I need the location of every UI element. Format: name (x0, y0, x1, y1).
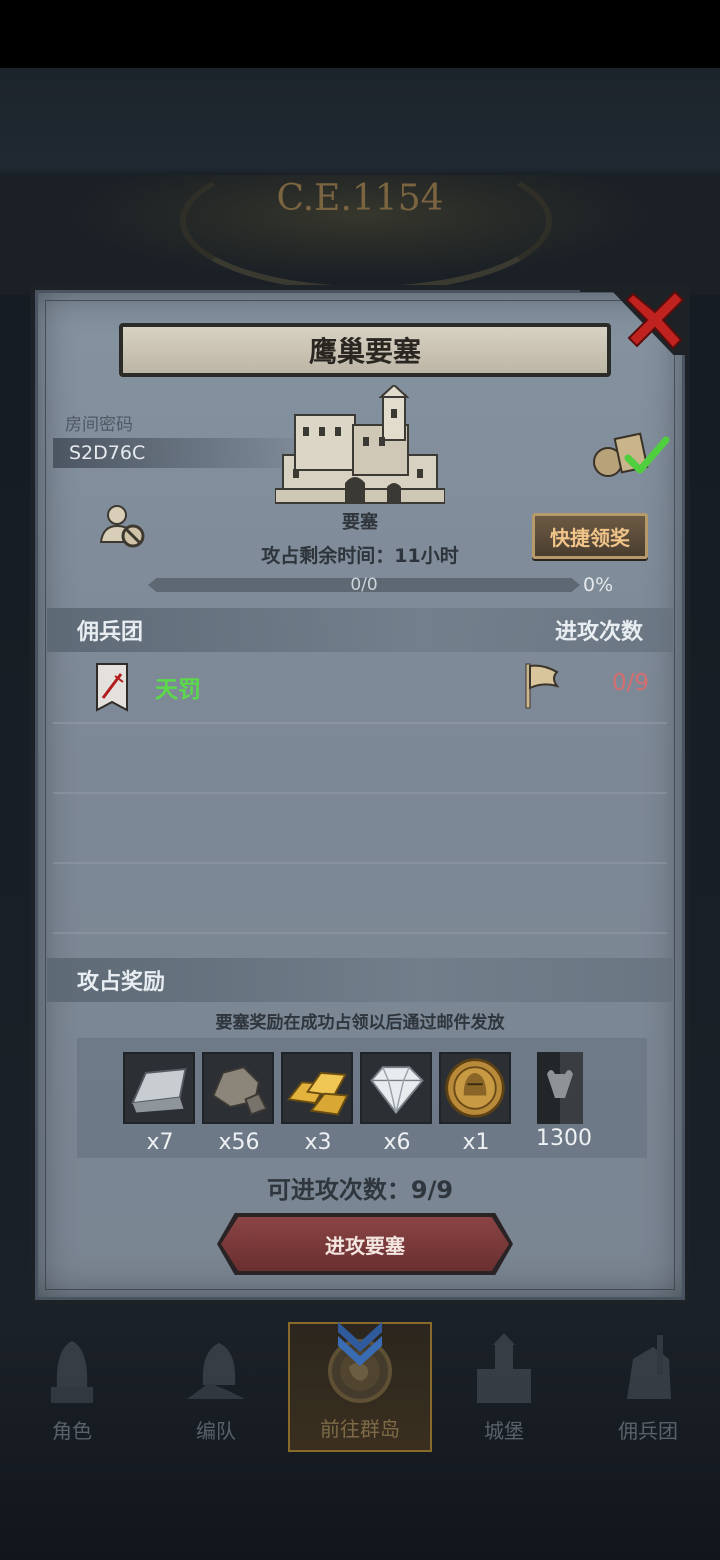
loot-claimed-icon[interactable] (590, 430, 670, 480)
empty-row (53, 862, 667, 934)
reward-qty: 1300 (536, 1126, 592, 1151)
gold-bars-icon (281, 1052, 353, 1124)
reward-item[interactable]: x6 (360, 1052, 434, 1155)
empty-row (53, 722, 667, 794)
mercenary-name: 天罚 (155, 677, 201, 703)
quick-claim-button[interactable]: 快捷领奖 (532, 513, 648, 559)
mercenary-row[interactable]: 天罚 0/9 (53, 652, 667, 724)
reward-item[interactable]: x3 (281, 1052, 355, 1155)
reward-section-header: 攻占奖励 (47, 958, 673, 1002)
close-icon[interactable] (625, 288, 687, 350)
mercenary-header: 佣兵团 (77, 620, 144, 645)
capture-progress-percent: 0% (583, 574, 614, 596)
reward-item[interactable]: x1 (439, 1052, 513, 1155)
reward-item[interactable]: x7 (123, 1052, 197, 1155)
room-code-label: 房间密码 (65, 415, 133, 435)
knight-helmet-icon (51, 1341, 93, 1403)
reward-qty: x3 (304, 1130, 332, 1155)
flag-icon (525, 663, 559, 709)
formation-icon (187, 1343, 245, 1399)
nav-item-castle[interactable]: 城堡 (432, 1322, 576, 1452)
knight-medal-icon (439, 1052, 511, 1124)
reward-qty: x7 (146, 1130, 174, 1155)
reward-qty: x6 (383, 1130, 411, 1155)
mercenary-icon (627, 1335, 671, 1399)
available-attacks-label: 可进攻次数： (266, 1176, 411, 1204)
remaining-time-value: 11小时 (394, 545, 459, 567)
nav-label: 城堡 (484, 1419, 524, 1443)
era-dial (180, 150, 552, 292)
mercenary-section-header: 佣兵团 进攻次数 (47, 608, 673, 652)
stone-ore-icon (202, 1052, 274, 1124)
remaining-time-label: 攻占剩余时间： (261, 545, 395, 567)
reward-list: x7 x56 x3 x6 x1 1300 (77, 1038, 647, 1158)
reward-note: 要塞奖励在成功占领以后通过邮件发放 (215, 1013, 505, 1033)
nav-label: 编队 (196, 1419, 236, 1443)
reward-qty: x1 (462, 1130, 490, 1155)
modal-title: 鹰巢要塞 (119, 323, 611, 377)
no-user-icon (99, 505, 145, 548)
empty-row (53, 792, 667, 864)
reward-header: 攻占奖励 (77, 970, 166, 995)
nav-label: 角色 (52, 1419, 92, 1443)
reward-item[interactable]: 1300 (521, 1052, 607, 1151)
nav-item-character[interactable]: 角色 (0, 1322, 144, 1452)
silver-ingot-icon (123, 1052, 195, 1124)
available-attacks: 可进攻次数：9/9 (35, 1170, 685, 1205)
mercenary-attacks: 0/9 (611, 670, 649, 696)
nav-label: 前往群岛 (320, 1417, 400, 1441)
capture-progress-text: 0/0 (350, 575, 378, 595)
castle-icon (477, 1333, 531, 1403)
era-label: C.E.1154 (276, 178, 444, 219)
reward-qty: x56 (218, 1130, 260, 1155)
chevron-down-icon (338, 1322, 382, 1366)
attack-fortress-button[interactable]: 进攻要塞 (221, 1217, 509, 1271)
mercenary-banner-icon (96, 663, 128, 712)
nav-label: 佣兵团 (618, 1419, 678, 1443)
diamond-icon (360, 1052, 432, 1124)
bull-banner-icon (537, 1052, 583, 1124)
status-bar (0, 0, 720, 68)
nav-item-formation[interactable]: 编队 (144, 1322, 288, 1452)
nav-item-mercenary[interactable]: 佣兵团 (576, 1322, 720, 1452)
attacks-header: 进攻次数 (554, 620, 643, 645)
fortress-castle-icon (275, 385, 445, 504)
available-attacks-value: 9/9 (410, 1176, 454, 1204)
fortress-modal: 鹰巢要塞 房间密码 S2D76C 要塞 攻占剩余时间：11小时 快捷领奖 0/0… (30, 285, 690, 1305)
reward-item[interactable]: x56 (202, 1052, 276, 1155)
